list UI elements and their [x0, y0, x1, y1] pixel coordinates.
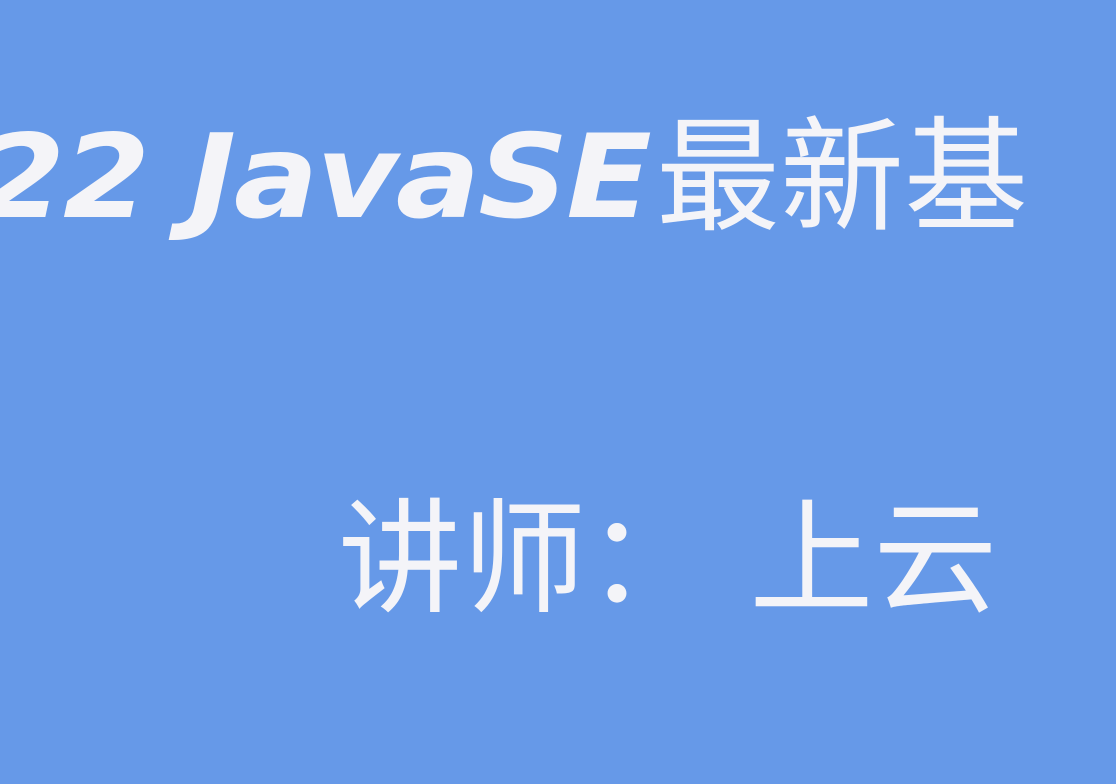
lecturer-label: 讲师： 上云 — [338, 488, 998, 632]
course-title: 22 JavaSE最新基 — [0, 116, 1028, 266]
title-slide: 22 JavaSE最新基 讲师： 上云 — [0, 0, 1116, 784]
course-title-cjk: 最新基 — [655, 106, 1028, 250]
course-title-latin: 22 JavaSE — [0, 110, 652, 245]
